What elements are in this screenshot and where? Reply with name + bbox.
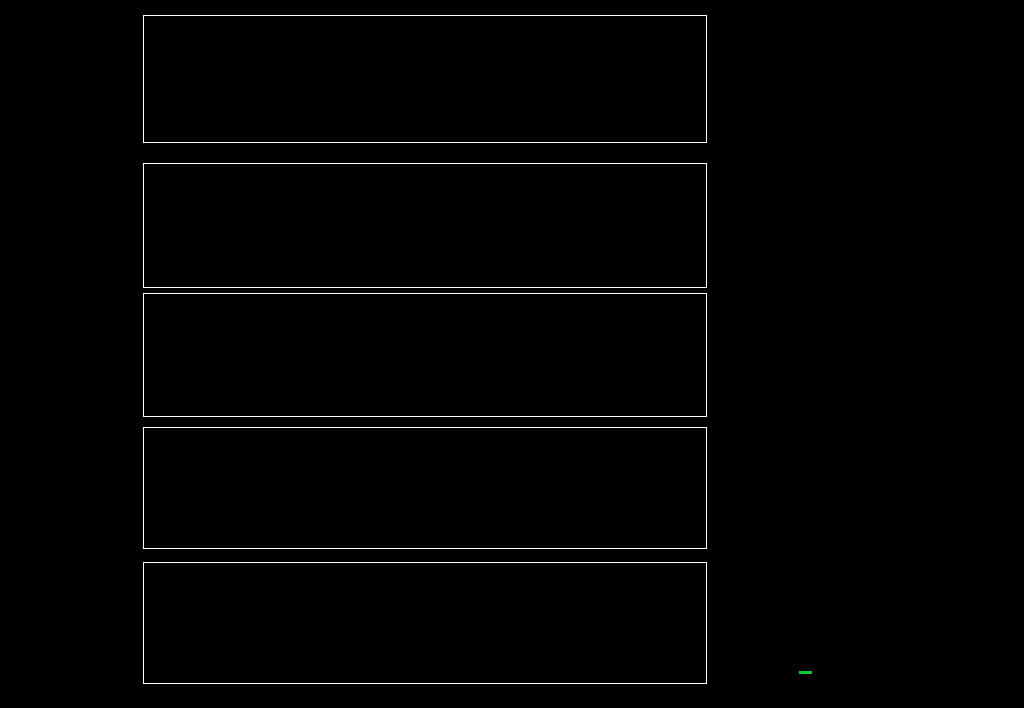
els-spectrogram-panel bbox=[143, 163, 707, 288]
mu-scanner-raw-panel bbox=[143, 293, 707, 417]
model-constant-panel bbox=[143, 562, 707, 684]
scanner-pos-panel bbox=[143, 427, 707, 549]
els-spectrogram-canvas bbox=[144, 164, 706, 287]
npi-spectrogram-panel bbox=[143, 15, 707, 143]
plot-figure bbox=[0, 0, 1024, 708]
stray-green-dash bbox=[799, 671, 812, 674]
npi-spectrogram-canvas bbox=[144, 16, 706, 142]
